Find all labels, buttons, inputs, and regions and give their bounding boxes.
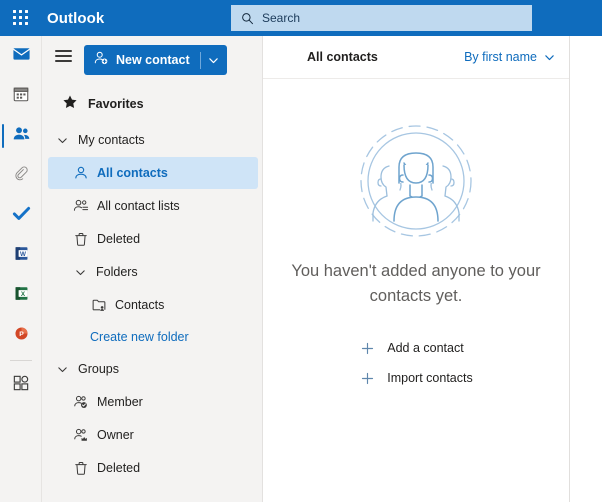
contacts-folder-label: Contacts [115,298,165,312]
search-icon [241,12,254,25]
chevron-down-icon [54,361,70,377]
search-input[interactable] [262,11,502,25]
trash-icon [72,460,89,477]
all-contact-lists-label: All contact lists [97,199,180,213]
svg-text:W: W [20,251,26,258]
groups-label: Groups [78,362,119,376]
sidebar-item-all-contacts[interactable]: All contacts [48,157,258,189]
chevron-down-icon [72,264,88,280]
contact-list-pane: All contacts By first name You haven't a… [263,36,570,502]
sidebar-item-contacts-folder[interactable]: Contacts [48,289,258,321]
excel-icon: X [13,285,30,307]
add-a-contact-label: Add a contact [387,341,464,355]
plus-icon [359,340,375,356]
paperclip-icon [12,165,30,188]
top-app-bar: Outlook [0,0,602,36]
sidebar-group-groups[interactable]: Groups [48,353,258,385]
apps-icon [12,374,30,397]
plus-icon [359,370,375,386]
trash-icon [72,231,89,248]
people-icon [12,124,31,148]
calendar-icon [12,85,30,108]
powerpoint-icon: P [13,325,30,347]
person-add-icon [93,50,109,71]
nav-toggle-icon[interactable] [55,50,72,64]
navigation-sidebar: New contact Favorites My contacts All co… [42,36,263,502]
rail-divider [9,360,32,361]
chevron-down-icon [544,52,555,63]
group-member-icon [72,394,89,411]
sidebar-group-my-contacts[interactable]: My contacts [48,124,258,156]
rail-item-files[interactable] [0,156,42,196]
deleted-contacts-label: Deleted [97,232,141,246]
rail-item-mail[interactable] [0,36,42,76]
rail-item-people[interactable] [0,116,42,156]
empty-state-message: You haven't added anyone to your contact… [291,262,541,305]
sidebar-item-group-owner[interactable]: Owner [48,419,258,451]
favorites-label: Favorites [88,97,144,111]
search-box[interactable] [231,5,532,31]
group-member-label: Member [97,395,143,409]
import-contacts-button[interactable]: Import contacts [359,363,473,393]
new-contact-label: New contact [116,53,190,67]
my-contacts-label: My contacts [78,133,145,147]
import-contacts-label: Import contacts [387,371,473,385]
sidebar-item-group-member[interactable]: Member [48,386,258,418]
folders-label: Folders [96,265,138,279]
empty-state-actions: Add a contact Import contacts [359,333,473,393]
sidebar-group-folders[interactable]: Folders [48,256,258,288]
sort-by-dropdown[interactable]: By first name [464,50,555,64]
app-brand-title: Outlook [47,9,105,27]
sidebar-item-deleted-groups[interactable]: Deleted [48,452,258,484]
rail-item-powerpoint[interactable]: P [0,316,42,356]
people-list-icon [72,198,89,215]
sidebar-toolbar: New contact [42,36,262,80]
new-contact-button[interactable]: New contact [84,45,227,75]
app-launcher-icon[interactable] [13,10,29,26]
svg-text:P: P [19,331,24,338]
sidebar-item-deleted-contacts[interactable]: Deleted [48,223,258,255]
rail-item-calendar[interactable] [0,76,42,116]
person-icon [72,165,89,182]
rail-item-word[interactable]: W [0,236,42,276]
rail-item-apps[interactable] [0,365,42,405]
contact-details-pane [570,36,602,502]
add-a-contact-button[interactable]: Add a contact [359,333,472,363]
group-owner-label: Owner [97,428,134,442]
contact-list-header: All contacts By first name [263,36,569,79]
rail-item-to-do[interactable] [0,196,42,236]
outlook-people-app: Outlook Search W X P New contact Favorit… [0,0,602,502]
mail-icon [12,44,31,68]
sidebar-item-all-contact-lists[interactable]: All contact lists [48,190,258,222]
chevron-down-icon [54,132,70,148]
deleted-groups-label: Deleted [97,461,141,475]
page-title: All contacts [307,50,378,64]
sidebar-tree: My contacts All contacts All contact lis… [42,124,262,484]
no-contacts-illustration [356,121,476,241]
star-icon [62,94,78,115]
empty-state: You haven't added anyone to your contact… [263,79,569,393]
sort-by-label: By first name [464,50,537,64]
contacts-folder-icon [90,297,107,314]
check-icon [12,204,31,228]
app-rail: W X P [0,36,42,502]
word-icon: W [13,245,30,267]
all-contacts-label: All contacts [97,166,168,180]
rail-item-excel[interactable]: X [0,276,42,316]
sidebar-item-favorites[interactable]: Favorites [42,88,262,120]
new-contact-chevron-down-icon[interactable] [201,55,227,66]
create-new-folder-link[interactable]: Create new folder [42,322,262,352]
group-owner-icon [72,427,89,444]
